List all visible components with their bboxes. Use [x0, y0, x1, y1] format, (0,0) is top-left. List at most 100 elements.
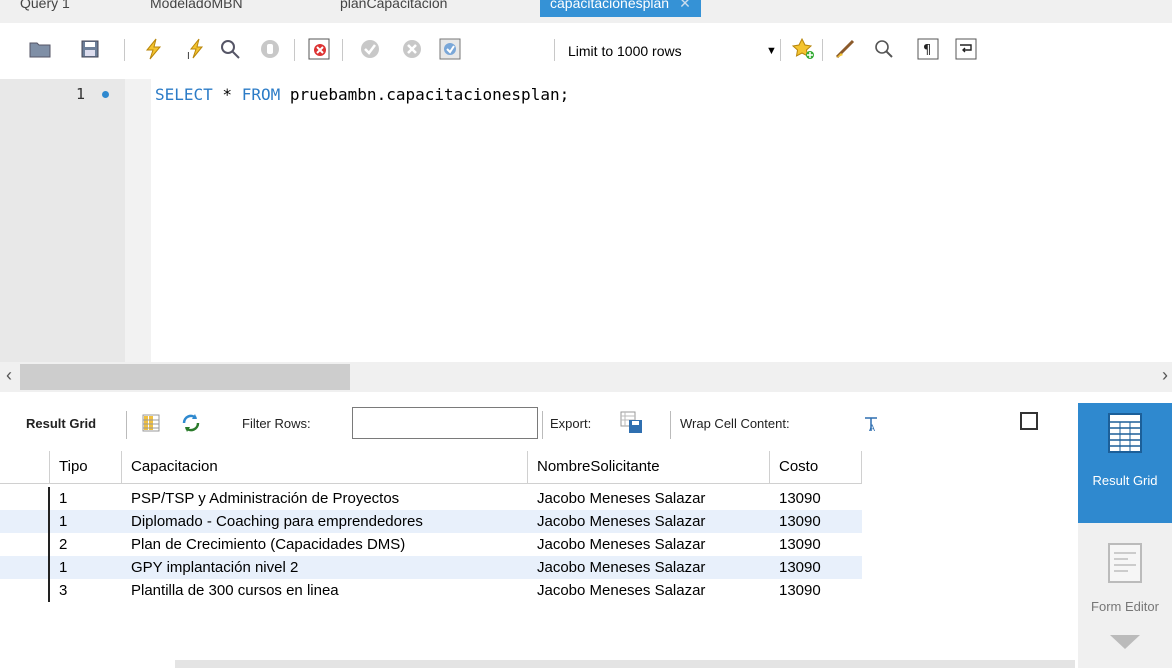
rollback-icon[interactable]	[400, 37, 424, 61]
toolbar-separator	[780, 39, 781, 61]
cell-costo[interactable]: 13090	[770, 579, 862, 602]
refresh-icon[interactable]	[180, 413, 202, 436]
execute-icon[interactable]	[142, 37, 166, 61]
keyword-from: FROM	[241, 85, 281, 104]
column-header-nombresolicitante[interactable]: NombreSolicitante	[528, 451, 770, 484]
cell-tipo[interactable]: 1	[50, 556, 122, 579]
toolbar-separator	[342, 39, 343, 61]
column-header-costo[interactable]: Costo	[770, 451, 862, 484]
grid-layout-icon[interactable]	[142, 414, 160, 435]
toggle-panel-icon[interactable]	[1020, 412, 1038, 430]
save-icon[interactable]	[78, 37, 102, 61]
tab-modeladombn[interactable]: ModeladoMBN	[140, 0, 253, 17]
beautify-icon[interactable]	[834, 37, 858, 61]
add-snippet-icon[interactable]	[792, 37, 816, 61]
line-number-gutter: 1	[0, 79, 125, 362]
row-selector[interactable]	[0, 579, 50, 602]
table-row[interactable]: 1 Diplomado - Coaching para emprendedore…	[0, 510, 862, 533]
code-token: *	[212, 85, 242, 104]
row-selector[interactable]	[0, 556, 50, 579]
cell-costo[interactable]: 13090	[770, 533, 862, 556]
cell-capacitacion[interactable]: PSP/TSP y Administración de Proyectos	[122, 487, 528, 510]
sql-toolbar: I Limit to 1000 rows ▼ ¶	[0, 33, 1172, 67]
form-editor-panel-label: Form Editor	[1091, 599, 1159, 614]
scroll-left-icon[interactable]: ‹	[6, 365, 12, 386]
tab-query-1[interactable]: Query 1	[10, 0, 80, 17]
chevron-down-icon[interactable]	[1108, 633, 1142, 654]
close-tab-icon[interactable]: ✕	[679, 0, 691, 11]
toolbar-separator	[554, 39, 555, 61]
column-header-capacitacion[interactable]: Capacitacion	[122, 451, 528, 484]
scroll-right-icon[interactable]: ›	[1162, 365, 1168, 386]
row-selector[interactable]	[0, 487, 50, 510]
cell-tipo[interactable]: 1	[50, 510, 122, 533]
result-grid-panel-button[interactable]: Result Grid	[1078, 403, 1172, 523]
row-selector[interactable]	[0, 533, 50, 556]
chevron-down-icon: ▼	[766, 45, 777, 57]
row-selector[interactable]	[0, 510, 50, 533]
open-folder-icon[interactable]	[28, 37, 52, 61]
wrap-cell-icon[interactable]: A	[864, 416, 878, 435]
wrap-cell-content-label: Wrap Cell Content:	[680, 416, 790, 431]
find-icon[interactable]	[872, 37, 896, 61]
table-row[interactable]: 2 Plan de Crecimiento (Capacidades DMS) …	[0, 533, 862, 556]
autocommit-icon[interactable]	[438, 37, 462, 61]
cell-tipo[interactable]: 1	[50, 487, 122, 510]
keyword-select: SELECT	[155, 85, 213, 104]
result-grid-panel-label: Result Grid	[1092, 473, 1158, 488]
toolbar-separator	[542, 411, 543, 439]
tab-capacitacionesplan[interactable]: capacitacionesplan ✕	[540, 0, 701, 17]
commit-icon[interactable]	[358, 37, 382, 61]
toolbar-separator	[670, 411, 671, 439]
result-side-panel: Result Grid Form Editor	[1078, 403, 1172, 668]
wrap-lines-icon[interactable]	[954, 37, 978, 61]
tab-label: planCapacitacion	[340, 0, 448, 11]
toolbar-separator	[294, 39, 295, 61]
statement-marker-icon	[102, 91, 109, 98]
cell-nombresolicitante[interactable]: Jacobo Meneses Salazar	[528, 510, 770, 533]
filter-rows-label: Filter Rows:	[242, 416, 311, 431]
cell-capacitacion[interactable]: Plantilla de 300 cursos en linea	[122, 579, 528, 602]
grid-header-row: Tipo Capacitacion NombreSolicitante Cost…	[0, 451, 862, 484]
explain-icon[interactable]	[218, 37, 242, 61]
grid-horizontal-scrollbar[interactable]	[175, 660, 1075, 668]
limit-rows-select[interactable]: Limit to 1000 rows ▼	[568, 40, 788, 62]
cell-nombresolicitante[interactable]: Jacobo Meneses Salazar	[528, 487, 770, 510]
tab-label: Query 1	[20, 0, 70, 11]
table-row[interactable]: 1 GPY implantación nivel 2 Jacobo Menese…	[0, 556, 862, 579]
cell-tipo[interactable]: 3	[50, 579, 122, 602]
result-grid-label[interactable]: Result Grid	[26, 416, 96, 431]
cell-costo[interactable]: 13090	[770, 510, 862, 533]
cell-nombresolicitante[interactable]: Jacobo Meneses Salazar	[528, 579, 770, 602]
form-editor-icon	[1108, 543, 1142, 586]
cell-nombresolicitante[interactable]: Jacobo Meneses Salazar	[528, 533, 770, 556]
export-icon[interactable]	[620, 411, 644, 438]
sql-statement[interactable]: SELECT * FROM pruebambn.capacitacionespl…	[155, 85, 569, 104]
cell-capacitacion[interactable]: GPY implantación nivel 2	[122, 556, 528, 579]
cell-tipo[interactable]: 2	[50, 533, 122, 556]
tab-label: ModeladoMBN	[150, 0, 243, 11]
execute-statement-icon[interactable]: I	[185, 37, 209, 61]
cell-costo[interactable]: 13090	[770, 556, 862, 579]
tab-plancapacitacion[interactable]: planCapacitacion	[330, 0, 457, 17]
result-grid-icon	[1108, 413, 1142, 456]
sql-editor[interactable]: 1 SELECT * FROM pruebambn.capacitaciones…	[0, 79, 1172, 362]
svg-text:I: I	[187, 51, 190, 60]
cell-costo[interactable]: 13090	[770, 487, 862, 510]
table-row[interactable]: 1 PSP/TSP y Administración de Proyectos …	[0, 487, 862, 510]
column-header-tipo[interactable]: Tipo	[50, 451, 122, 484]
export-label: Export:	[550, 416, 592, 431]
cell-nombresolicitante[interactable]: Jacobo Meneses Salazar	[528, 556, 770, 579]
form-editor-panel-button[interactable]: Form Editor	[1078, 533, 1172, 653]
table-row[interactable]: 3 Plantilla de 300 cursos en linea Jacob…	[0, 579, 862, 602]
toolbar-separator	[124, 39, 125, 61]
svg-text:¶: ¶	[923, 43, 931, 58]
cell-capacitacion[interactable]: Plan de Crecimiento (Capacidades DMS)	[122, 533, 528, 556]
stop-on-error-icon[interactable]	[307, 37, 331, 61]
cell-capacitacion[interactable]: Diplomado - Coaching para emprendedores	[122, 510, 528, 533]
scrollbar-thumb[interactable]	[20, 364, 350, 390]
invisible-chars-icon[interactable]: ¶	[916, 37, 940, 61]
editor-horizontal-scrollbar[interactable]: ‹ ›	[0, 362, 1172, 392]
filter-rows-input[interactable]	[352, 407, 538, 439]
stop-icon[interactable]	[258, 37, 282, 61]
